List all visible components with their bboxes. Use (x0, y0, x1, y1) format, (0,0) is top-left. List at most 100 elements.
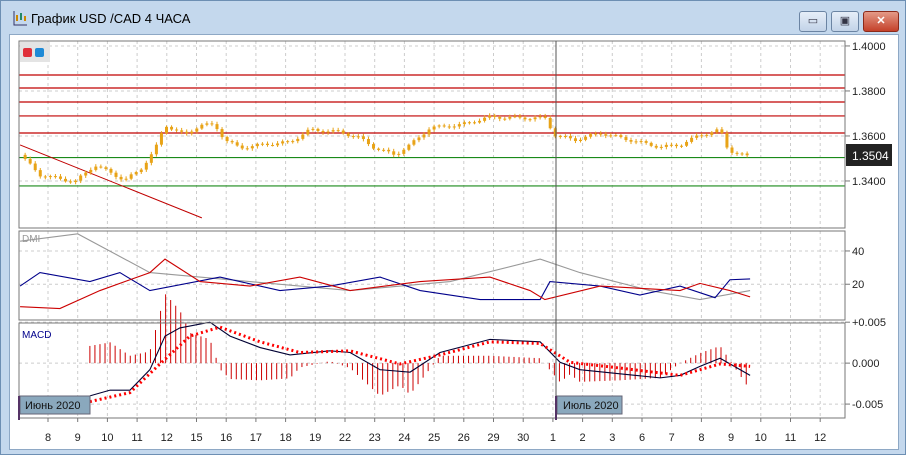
candle-body (523, 117, 527, 120)
candle-body (680, 145, 684, 147)
x-tick-label: 29 (487, 432, 499, 444)
x-tick-label: 8 (698, 432, 704, 444)
candle-body (129, 174, 133, 179)
candle-body (377, 148, 381, 150)
candle-body (432, 126, 436, 130)
candle-body (276, 143, 280, 146)
x-tick-label: 19 (309, 432, 321, 444)
candle-body (38, 170, 42, 177)
color-toggle[interactable] (20, 42, 50, 62)
x-tick-label: 17 (250, 432, 262, 444)
y-tick-label: 1.3600 (852, 131, 886, 143)
candle-body (442, 125, 446, 127)
candle-body (372, 144, 376, 149)
x-tick-label: 1 (550, 432, 556, 444)
candle-body (28, 158, 32, 164)
candle-body (614, 135, 618, 137)
candle-body (114, 172, 118, 177)
candle-body (281, 141, 285, 144)
candle-body (240, 145, 244, 149)
candle-body (326, 131, 330, 133)
x-tick-label: 25 (428, 432, 440, 444)
candle-body (437, 125, 441, 127)
candle-body (508, 117, 512, 119)
candle-body (53, 176, 57, 178)
candle-body (452, 126, 456, 128)
candle-body (472, 122, 476, 124)
candle-body (402, 149, 406, 154)
candle-body (417, 137, 421, 141)
candle-body (255, 143, 259, 147)
chart-canvas[interactable]: DMI MACD 1.3504 1.4000 1.3800 1.3600 1.3400… (0, 0, 906, 455)
candle-body (109, 168, 113, 173)
candle-body (195, 128, 199, 132)
y-tick-label: 1.3800 (852, 86, 886, 98)
candle-body (286, 141, 290, 143)
x-tick-label: 12 (814, 432, 826, 444)
dmi-label: DMI (22, 234, 40, 245)
candle-body (215, 124, 219, 130)
candle-body (245, 148, 249, 150)
candle-body (346, 133, 350, 137)
macd-label: MACD (22, 330, 51, 341)
candle-body (604, 134, 608, 136)
price-panel-border (18, 40, 846, 229)
candle-body (548, 117, 552, 129)
candle-body (291, 141, 295, 143)
y-tick-label: +0.005 (852, 317, 886, 329)
candle-body (336, 130, 340, 132)
red-color-icon[interactable] (23, 48, 32, 57)
signal-line (89, 325, 751, 404)
candle-body (695, 135, 699, 138)
candle-body (124, 178, 128, 180)
candle-body (730, 147, 734, 153)
candle-body (43, 176, 47, 178)
candle-body (79, 175, 83, 181)
x-tick-label: 9 (75, 432, 81, 444)
y-tick-label: -0.005 (852, 399, 883, 411)
y-tick-label: 1.3400 (852, 176, 886, 188)
candle-body (165, 126, 169, 134)
candle-body (351, 136, 355, 138)
candle-body (306, 129, 310, 135)
candle-body (159, 133, 163, 145)
candle-body (99, 166, 103, 168)
x-tick-label: 24 (398, 432, 410, 444)
x-tick-label: 15 (190, 432, 202, 444)
candle-body (579, 139, 583, 142)
candle-body (619, 135, 623, 138)
x-tick-label: 30 (517, 432, 529, 444)
candle-body (69, 181, 73, 183)
candle-body (700, 135, 704, 137)
candle-body (387, 149, 391, 152)
candle-body (538, 116, 542, 118)
candle-body (84, 172, 88, 176)
candle-body (412, 140, 416, 145)
x-tick-label: 11 (785, 432, 796, 444)
x-tick-label: 2 (580, 432, 586, 444)
candle-body (271, 145, 275, 147)
candle-body (321, 131, 325, 133)
candle-body (23, 154, 27, 159)
period-label-july: Июль 2020 (563, 400, 619, 412)
candle-body (745, 153, 749, 156)
candle-body (260, 143, 264, 145)
candle-body (170, 126, 174, 130)
candle-body (149, 154, 153, 163)
y-tick-label: 0.000 (852, 358, 880, 370)
candle-body (331, 130, 335, 132)
candle-body (740, 153, 744, 155)
candle-body (462, 122, 466, 125)
candles (23, 113, 749, 185)
candle-body (710, 132, 714, 135)
candle-body (674, 144, 678, 147)
candle-body (301, 134, 305, 139)
candle-body (478, 120, 482, 123)
candle-body (250, 146, 254, 149)
candle-body (639, 141, 643, 143)
candle-body (392, 151, 396, 155)
candle-body (705, 134, 709, 136)
blue-color-icon[interactable] (35, 48, 44, 57)
candle-body (89, 169, 93, 173)
candle-body (447, 126, 451, 128)
